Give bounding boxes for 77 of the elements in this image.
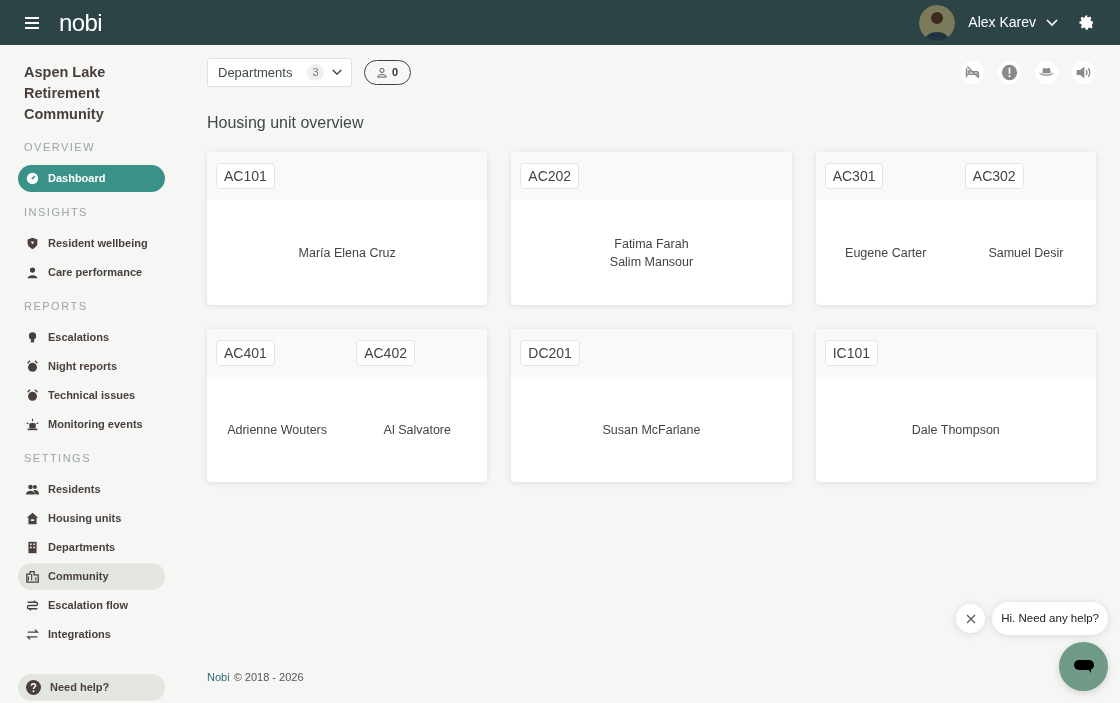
nav-item[interactable]: Dashboard xyxy=(18,165,165,192)
speaker-icon xyxy=(1075,64,1092,81)
nav-item[interactable]: Care performance xyxy=(18,259,165,286)
resident-name: Dale Thompson xyxy=(911,421,1000,439)
count-badge: 3 xyxy=(307,64,324,81)
page-title: Housing unit overview xyxy=(207,113,365,133)
brand-link[interactable]: Nobi xyxy=(207,668,230,685)
filter-button[interactable] xyxy=(998,61,1021,84)
alarm-icon xyxy=(26,389,39,402)
unit-label: AC302 xyxy=(964,163,1024,189)
nav-item[interactable]: Escalation flow xyxy=(18,592,165,619)
nav-item[interactable]: Integrations xyxy=(18,621,165,648)
help-icon xyxy=(26,680,41,695)
menu-icon[interactable] xyxy=(25,16,39,29)
copyright-text: © 2018 - 2026 xyxy=(233,669,304,685)
community-name: Aspen Lake xyxy=(24,63,107,82)
filter-button[interactable] xyxy=(1035,61,1058,84)
bed-icon xyxy=(964,64,981,81)
resident-name: Salim Mansour xyxy=(609,253,694,271)
nav-item[interactable]: Escalations xyxy=(18,324,165,351)
alarm-icon xyxy=(26,360,39,373)
unit-label: AC202 xyxy=(520,163,580,189)
close-button[interactable] xyxy=(956,604,986,633)
flow-icon xyxy=(26,599,39,612)
logo: nobi xyxy=(59,7,102,38)
unit-label: DC201 xyxy=(520,340,580,366)
community-name: Community xyxy=(24,105,105,124)
section-heading: INSIGHTS xyxy=(23,205,89,219)
nav-item[interactable]: Technical issues xyxy=(18,382,165,409)
nav-item[interactable]: Housing units xyxy=(18,505,165,532)
help-button[interactable]: Need help? xyxy=(18,674,165,701)
nav-item[interactable]: Night reports xyxy=(18,353,165,380)
people-icon xyxy=(26,483,39,496)
nav-item[interactable]: Monitoring events xyxy=(18,411,165,438)
community-name: Retirement xyxy=(24,84,101,103)
shield-icon xyxy=(26,237,39,250)
building-icon xyxy=(26,541,39,554)
filter-button[interactable] xyxy=(1072,61,1095,84)
alert-icon xyxy=(1001,64,1018,81)
nav-item[interactable]: Departments xyxy=(18,534,165,561)
unit-label: AC401 xyxy=(216,340,275,366)
siren-icon xyxy=(26,418,39,431)
resident-name: Fatima Farah xyxy=(614,235,689,253)
nav-item[interactable]: Resident wellbeing xyxy=(18,230,165,257)
gauge-icon xyxy=(26,172,39,185)
chevron-down-icon xyxy=(1046,18,1058,27)
swap-icon xyxy=(26,628,39,641)
chat-icon xyxy=(1073,659,1094,674)
resident-name: Al Salvatore xyxy=(383,421,451,439)
filter-button[interactable] xyxy=(961,61,984,84)
house-icon xyxy=(26,512,39,525)
city-icon xyxy=(26,570,39,583)
bulb-icon xyxy=(26,331,39,344)
chat-bubble: Hi. Need any help? xyxy=(992,602,1108,635)
nav-item[interactable]: Residents xyxy=(18,476,165,503)
unit-label: AC301 xyxy=(824,163,884,189)
unit-label: AC101 xyxy=(216,163,275,189)
resident-name: Susan McFarlane xyxy=(602,421,701,439)
chat-button[interactable] xyxy=(1059,642,1108,691)
user-menu[interactable]: Alex Karev xyxy=(968,12,1058,33)
section-heading: REPORTS xyxy=(23,299,89,313)
avatar[interactable] xyxy=(919,4,956,41)
resident-name: Adrienne Wouters xyxy=(227,421,327,439)
resident-name: María Elena Cruz xyxy=(298,244,396,262)
resident-name: Samuel Desir xyxy=(988,244,1064,262)
section-heading: OVERVIEW xyxy=(23,140,97,154)
departments-dropdown[interactable]: Departments 3 xyxy=(207,58,352,87)
person-icon xyxy=(26,266,39,279)
unit-label: IC101 xyxy=(824,340,878,366)
settings-icon[interactable] xyxy=(1078,14,1095,31)
close-icon xyxy=(965,613,976,624)
resident-name: Eugene Carter xyxy=(845,244,927,262)
chevron-down-icon xyxy=(332,69,342,76)
section-heading: SETTINGS xyxy=(23,451,92,465)
nav-item[interactable]: Community xyxy=(18,563,165,590)
person-icon xyxy=(376,67,387,78)
unit-label: AC402 xyxy=(356,340,415,366)
